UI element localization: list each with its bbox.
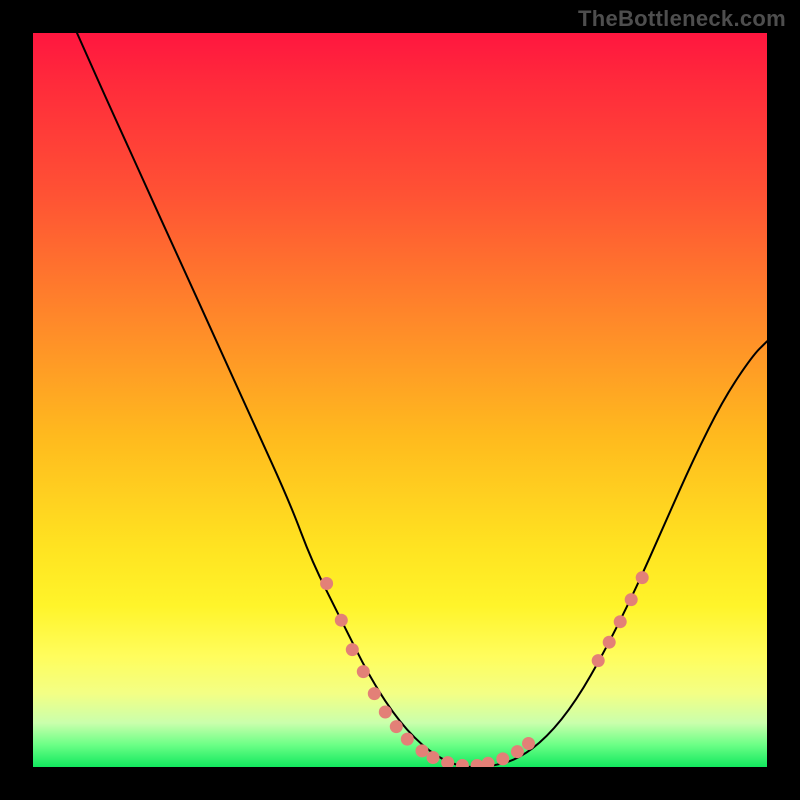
plot-area bbox=[33, 33, 767, 767]
highlight-dot bbox=[357, 665, 370, 678]
highlight-dot bbox=[603, 636, 616, 649]
highlight-dot bbox=[636, 571, 649, 584]
highlight-dot bbox=[625, 593, 638, 606]
highlight-dot bbox=[441, 756, 454, 767]
highlight-dot bbox=[522, 737, 535, 750]
highlight-dot bbox=[346, 643, 359, 656]
chart-overlay bbox=[33, 33, 767, 767]
highlight-dots-group bbox=[320, 571, 649, 767]
highlight-dot bbox=[320, 577, 333, 590]
highlight-dot bbox=[614, 615, 627, 628]
highlight-dot bbox=[592, 654, 605, 667]
bottleneck-curve bbox=[77, 33, 767, 767]
highlight-dot bbox=[482, 757, 495, 767]
highlight-dot bbox=[496, 752, 509, 765]
highlight-dot bbox=[427, 751, 440, 764]
highlight-dot bbox=[511, 745, 524, 758]
highlight-dot bbox=[456, 759, 469, 767]
highlight-dot bbox=[335, 614, 348, 627]
highlight-dot bbox=[401, 733, 414, 746]
watermark-text: TheBottleneck.com bbox=[578, 6, 786, 32]
highlight-dot bbox=[416, 744, 429, 757]
chart-stage: TheBottleneck.com bbox=[0, 0, 800, 800]
highlight-dot bbox=[368, 687, 381, 700]
highlight-dot bbox=[379, 706, 392, 719]
highlight-dot bbox=[390, 720, 403, 733]
